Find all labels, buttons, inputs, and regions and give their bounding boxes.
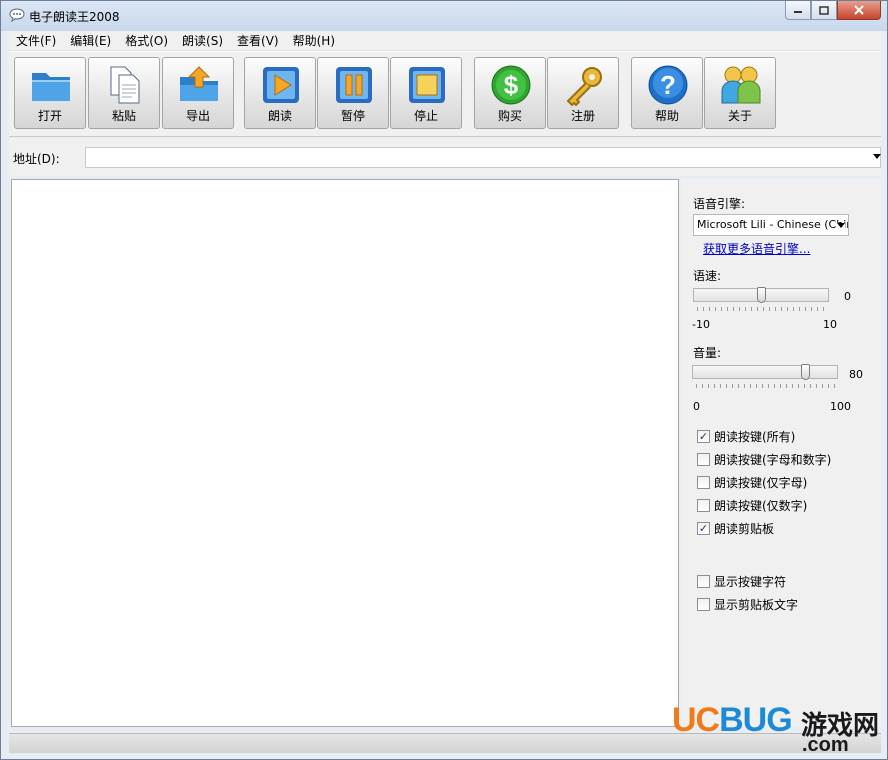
address-dropdown-icon[interactable] xyxy=(873,154,881,159)
engine-select-value: Microsoft Lili - Chinese (China) xyxy=(697,218,849,231)
address-bar: 地址(D): xyxy=(9,138,881,176)
volume-label: 音量: xyxy=(693,346,722,360)
pause-label: 暂停 xyxy=(340,109,365,123)
watermark-brand: UCBUG xyxy=(672,701,793,739)
checkbox-box[interactable] xyxy=(697,476,710,489)
minimize-icon xyxy=(794,11,802,13)
paste-button[interactable]: 粘贴 xyxy=(88,57,160,129)
dollar-icon: $ xyxy=(491,65,531,105)
watermark-domain: .com xyxy=(802,734,849,756)
pause-icon xyxy=(336,67,372,103)
read-clipboard-checkbox[interactable]: ✓ 朗读剪贴板 xyxy=(697,520,774,537)
checkbox-label: 显示剪贴板文字 xyxy=(714,598,799,612)
checkbox-box[interactable] xyxy=(697,499,710,512)
menu-edit[interactable]: 编辑(E) xyxy=(63,31,118,51)
show-clipboard-text-checkbox[interactable]: 显示剪贴板文字 xyxy=(697,596,798,613)
help-icon: ? xyxy=(648,65,688,105)
buy-button[interactable]: $ 购买 xyxy=(474,57,546,129)
checkbox-box[interactable] xyxy=(697,453,710,466)
maximize-icon xyxy=(819,5,829,15)
about-label: 关于 xyxy=(727,109,752,123)
buy-label: 购买 xyxy=(497,109,522,123)
about-button[interactable]: 关于 xyxy=(704,57,776,129)
speed-slider-thumb[interactable] xyxy=(757,287,766,303)
volume-max-label: 100 xyxy=(830,400,851,413)
register-label: 注册 xyxy=(570,109,595,123)
menu-view[interactable]: 查看(V) xyxy=(230,31,286,51)
menu-bar: 文件(F) 编辑(E) 格式(O) 朗读(S) 查看(V) 帮助(H) xyxy=(9,31,881,51)
speech-bubble-icon xyxy=(9,8,25,22)
show-key-chars-checkbox[interactable]: 显示按键字符 xyxy=(697,573,786,590)
svg-text:?: ? xyxy=(660,70,676,100)
menu-speak[interactable]: 朗读(S) xyxy=(175,31,230,51)
volume-value: 80 xyxy=(849,368,863,381)
help-button[interactable]: ? 帮助 xyxy=(631,57,703,129)
export-label: 导出 xyxy=(185,109,210,123)
checkbox-label: 朗读剪贴板 xyxy=(714,522,775,536)
address-label: 地址(D): xyxy=(13,152,60,166)
stop-label: 停止 xyxy=(413,109,438,123)
play-icon xyxy=(263,67,299,103)
help-label: 帮助 xyxy=(654,109,679,123)
settings-panel: 语音引擎: Microsoft Lili - Chinese (China) 获… xyxy=(681,179,881,727)
chevron-down-icon xyxy=(837,223,845,228)
read-button[interactable]: 朗读 xyxy=(244,57,316,129)
more-engines-link[interactable]: 获取更多语音引擎... xyxy=(703,240,810,257)
key-icon xyxy=(566,67,602,107)
speed-min-label: -10 xyxy=(692,318,710,331)
engine-label: 语音引擎: xyxy=(693,197,746,211)
speed-ticks xyxy=(697,307,827,311)
export-button[interactable]: 导出 xyxy=(162,57,234,129)
checkbox-label: 朗读按键(所有) xyxy=(714,430,796,444)
read-label: 朗读 xyxy=(267,109,292,123)
checkbox-box[interactable] xyxy=(697,598,710,611)
volume-min-label: 0 xyxy=(693,400,700,413)
speed-slider[interactable] xyxy=(693,287,829,303)
app-window: 电子朗读王2008 文件(F) 编辑(E) 格式(O) 朗读(S) 查看(V) … xyxy=(0,0,888,760)
read-keys-letters-checkbox[interactable]: 朗读按键(仅字母) xyxy=(697,474,807,491)
open-button[interactable]: 打开 xyxy=(14,57,86,129)
checkbox-box[interactable]: ✓ xyxy=(697,430,710,443)
speed-max-label: 10 xyxy=(823,318,837,331)
paste-label: 粘贴 xyxy=(111,109,136,123)
volume-slider[interactable] xyxy=(692,364,838,380)
maximize-button[interactable] xyxy=(811,1,837,20)
users-icon xyxy=(721,66,761,104)
watermark-logo: UCBUG 游戏网 .com xyxy=(672,701,884,757)
checkbox-label: 显示按键字符 xyxy=(714,575,787,589)
speed-label: 语速: xyxy=(693,269,722,283)
documents-icon xyxy=(110,66,140,104)
title-bar: 电子朗读王2008 xyxy=(1,1,887,31)
open-label: 打开 xyxy=(37,109,62,123)
text-editor[interactable] xyxy=(11,179,679,727)
folder-open-icon xyxy=(32,73,70,101)
read-keys-alnum-checkbox[interactable]: 朗读按键(字母和数字) xyxy=(697,451,831,468)
checkbox-label: 朗读按键(仅字母) xyxy=(714,476,808,490)
register-button[interactable]: 注册 xyxy=(547,57,619,129)
svg-text:$: $ xyxy=(504,70,519,100)
folder-export-icon xyxy=(180,66,218,101)
stop-icon xyxy=(409,67,445,103)
menu-help[interactable]: 帮助(H) xyxy=(286,31,342,51)
stop-button[interactable]: 停止 xyxy=(390,57,462,129)
close-button[interactable] xyxy=(837,1,881,20)
toolbar: 打开 粘贴 导出 朗读 暂停 停止 $ 购买 注册 ? 帮助 关于 xyxy=(9,51,881,137)
menu-file[interactable]: 文件(F) xyxy=(9,31,63,51)
checkbox-box[interactable] xyxy=(697,575,710,588)
minimize-button[interactable] xyxy=(785,1,811,20)
read-keys-digits-checkbox[interactable]: 朗读按键(仅数字) xyxy=(697,497,807,514)
volume-slider-thumb[interactable] xyxy=(801,364,810,380)
close-icon xyxy=(854,5,864,15)
checkbox-label: 朗读按键(字母和数字) xyxy=(714,453,832,467)
address-input[interactable] xyxy=(85,147,881,168)
pause-button[interactable]: 暂停 xyxy=(317,57,389,129)
read-keys-all-checkbox[interactable]: ✓ 朗读按键(所有) xyxy=(697,428,795,445)
volume-ticks xyxy=(696,384,836,388)
checkbox-label: 朗读按键(仅数字) xyxy=(714,499,808,513)
speed-value: 0 xyxy=(844,290,851,303)
checkbox-box[interactable]: ✓ xyxy=(697,522,710,535)
menu-format[interactable]: 格式(O) xyxy=(118,31,175,51)
engine-select[interactable]: Microsoft Lili - Chinese (China) xyxy=(693,214,849,236)
window-title: 电子朗读王2008 xyxy=(29,10,120,24)
